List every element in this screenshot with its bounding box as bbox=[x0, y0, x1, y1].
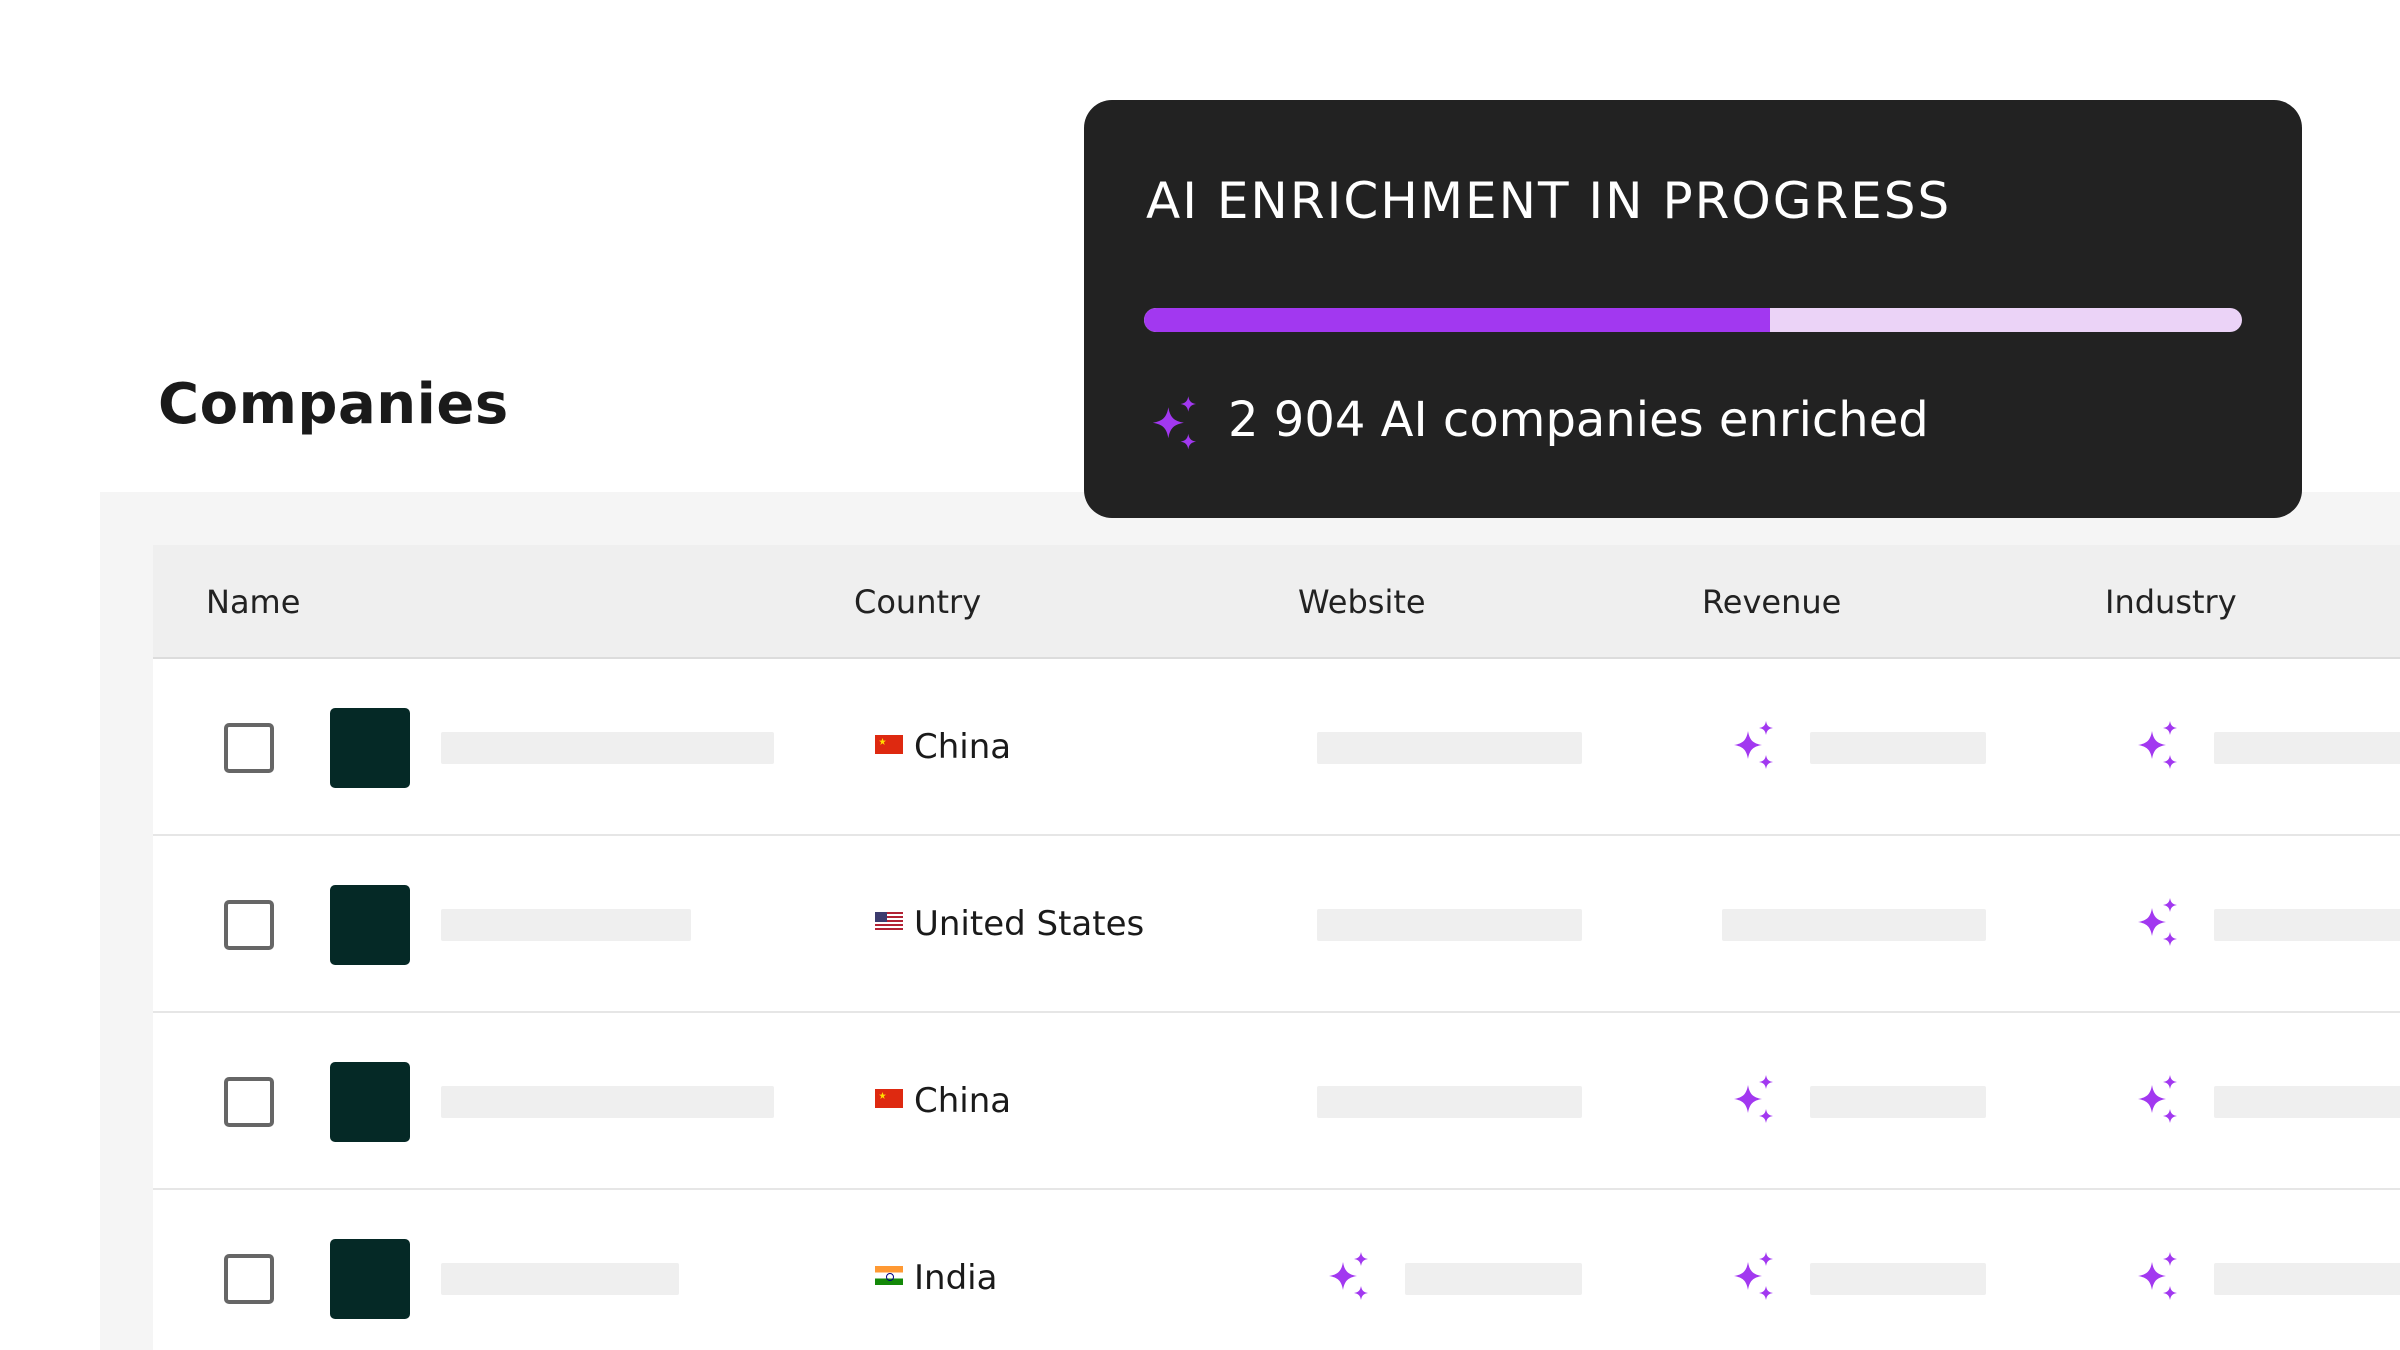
companies-table: Name Country Website Revenue Industry Ch… bbox=[153, 545, 2400, 1350]
united-states-flag-icon bbox=[875, 912, 903, 931]
column-header-name[interactable]: Name bbox=[206, 545, 300, 659]
company-logo bbox=[330, 1239, 410, 1319]
column-header-website[interactable]: Website bbox=[1298, 545, 1426, 659]
country-label: China bbox=[914, 727, 1012, 767]
china-flag-icon bbox=[875, 1089, 903, 1108]
enrichment-progress-bar bbox=[1144, 308, 2242, 332]
company-name-placeholder bbox=[441, 909, 691, 941]
country-cell: China bbox=[875, 1013, 1011, 1190]
company-name-placeholder bbox=[441, 1263, 679, 1295]
sparkle-icon bbox=[1726, 1250, 1782, 1306]
sparkle-icon bbox=[2130, 1073, 2186, 1129]
row-checkbox[interactable] bbox=[224, 723, 274, 773]
sparkle-icon bbox=[1726, 1073, 1782, 1129]
india-flag-icon bbox=[875, 1266, 903, 1285]
company-name-placeholder bbox=[441, 732, 774, 764]
row-checkbox[interactable] bbox=[224, 1077, 274, 1127]
industry-placeholder bbox=[2214, 1263, 2400, 1295]
table-row[interactable]: China bbox=[153, 1013, 2400, 1190]
sparkle-icon bbox=[2130, 719, 2186, 775]
china-flag-icon bbox=[875, 735, 903, 754]
column-header-country[interactable]: Country bbox=[854, 545, 981, 659]
column-header-revenue[interactable]: Revenue bbox=[1702, 545, 1841, 659]
row-checkbox[interactable] bbox=[224, 900, 274, 950]
revenue-placeholder bbox=[1810, 1263, 1986, 1295]
row-checkbox[interactable] bbox=[224, 1254, 274, 1304]
sparkle-icon bbox=[1144, 394, 1206, 456]
column-header-industry[interactable]: Industry bbox=[2105, 545, 2237, 659]
company-logo bbox=[330, 1062, 410, 1142]
sparkle-icon bbox=[2130, 896, 2186, 952]
revenue-placeholder bbox=[1722, 909, 1986, 941]
industry-placeholder bbox=[2214, 732, 2400, 764]
sparkle-icon bbox=[1726, 719, 1782, 775]
sparkle-icon bbox=[2130, 1250, 2186, 1306]
table-header: Name Country Website Revenue Industry bbox=[153, 545, 2400, 659]
page-title: Companies bbox=[158, 372, 509, 437]
industry-placeholder bbox=[2214, 909, 2400, 941]
enrichment-title: AI ENRICHMENT IN PROGRESS bbox=[1146, 172, 1952, 230]
table-row[interactable]: United States bbox=[153, 836, 2400, 1013]
country-label: United States bbox=[914, 904, 1145, 944]
company-logo bbox=[330, 708, 410, 788]
country-cell: United States bbox=[875, 836, 1144, 1013]
revenue-placeholder bbox=[1810, 1086, 1986, 1118]
table-row[interactable]: China bbox=[153, 659, 2400, 836]
country-cell: India bbox=[875, 1190, 997, 1350]
website-placeholder bbox=[1317, 732, 1582, 764]
website-placeholder bbox=[1317, 909, 1582, 941]
industry-placeholder bbox=[2214, 1086, 2400, 1118]
app-canvas: Companies Name Country Website Revenue I… bbox=[0, 0, 2400, 1350]
ai-enrichment-popup: AI ENRICHMENT IN PROGRESS 2 904 AI compa… bbox=[1084, 100, 2302, 518]
revenue-placeholder bbox=[1810, 732, 1986, 764]
sparkle-icon bbox=[1321, 1250, 1377, 1306]
company-logo bbox=[330, 885, 410, 965]
company-name-placeholder bbox=[441, 1086, 774, 1118]
website-placeholder bbox=[1317, 1086, 1582, 1118]
country-label: China bbox=[914, 1081, 1012, 1121]
country-label: India bbox=[914, 1258, 998, 1298]
website-placeholder bbox=[1405, 1263, 1582, 1295]
enrichment-progress-fill bbox=[1144, 308, 1770, 332]
table-row[interactable]: India bbox=[153, 1190, 2400, 1350]
country-cell: China bbox=[875, 659, 1011, 836]
enrichment-status-text: 2 904 AI companies enriched bbox=[1228, 392, 1929, 448]
